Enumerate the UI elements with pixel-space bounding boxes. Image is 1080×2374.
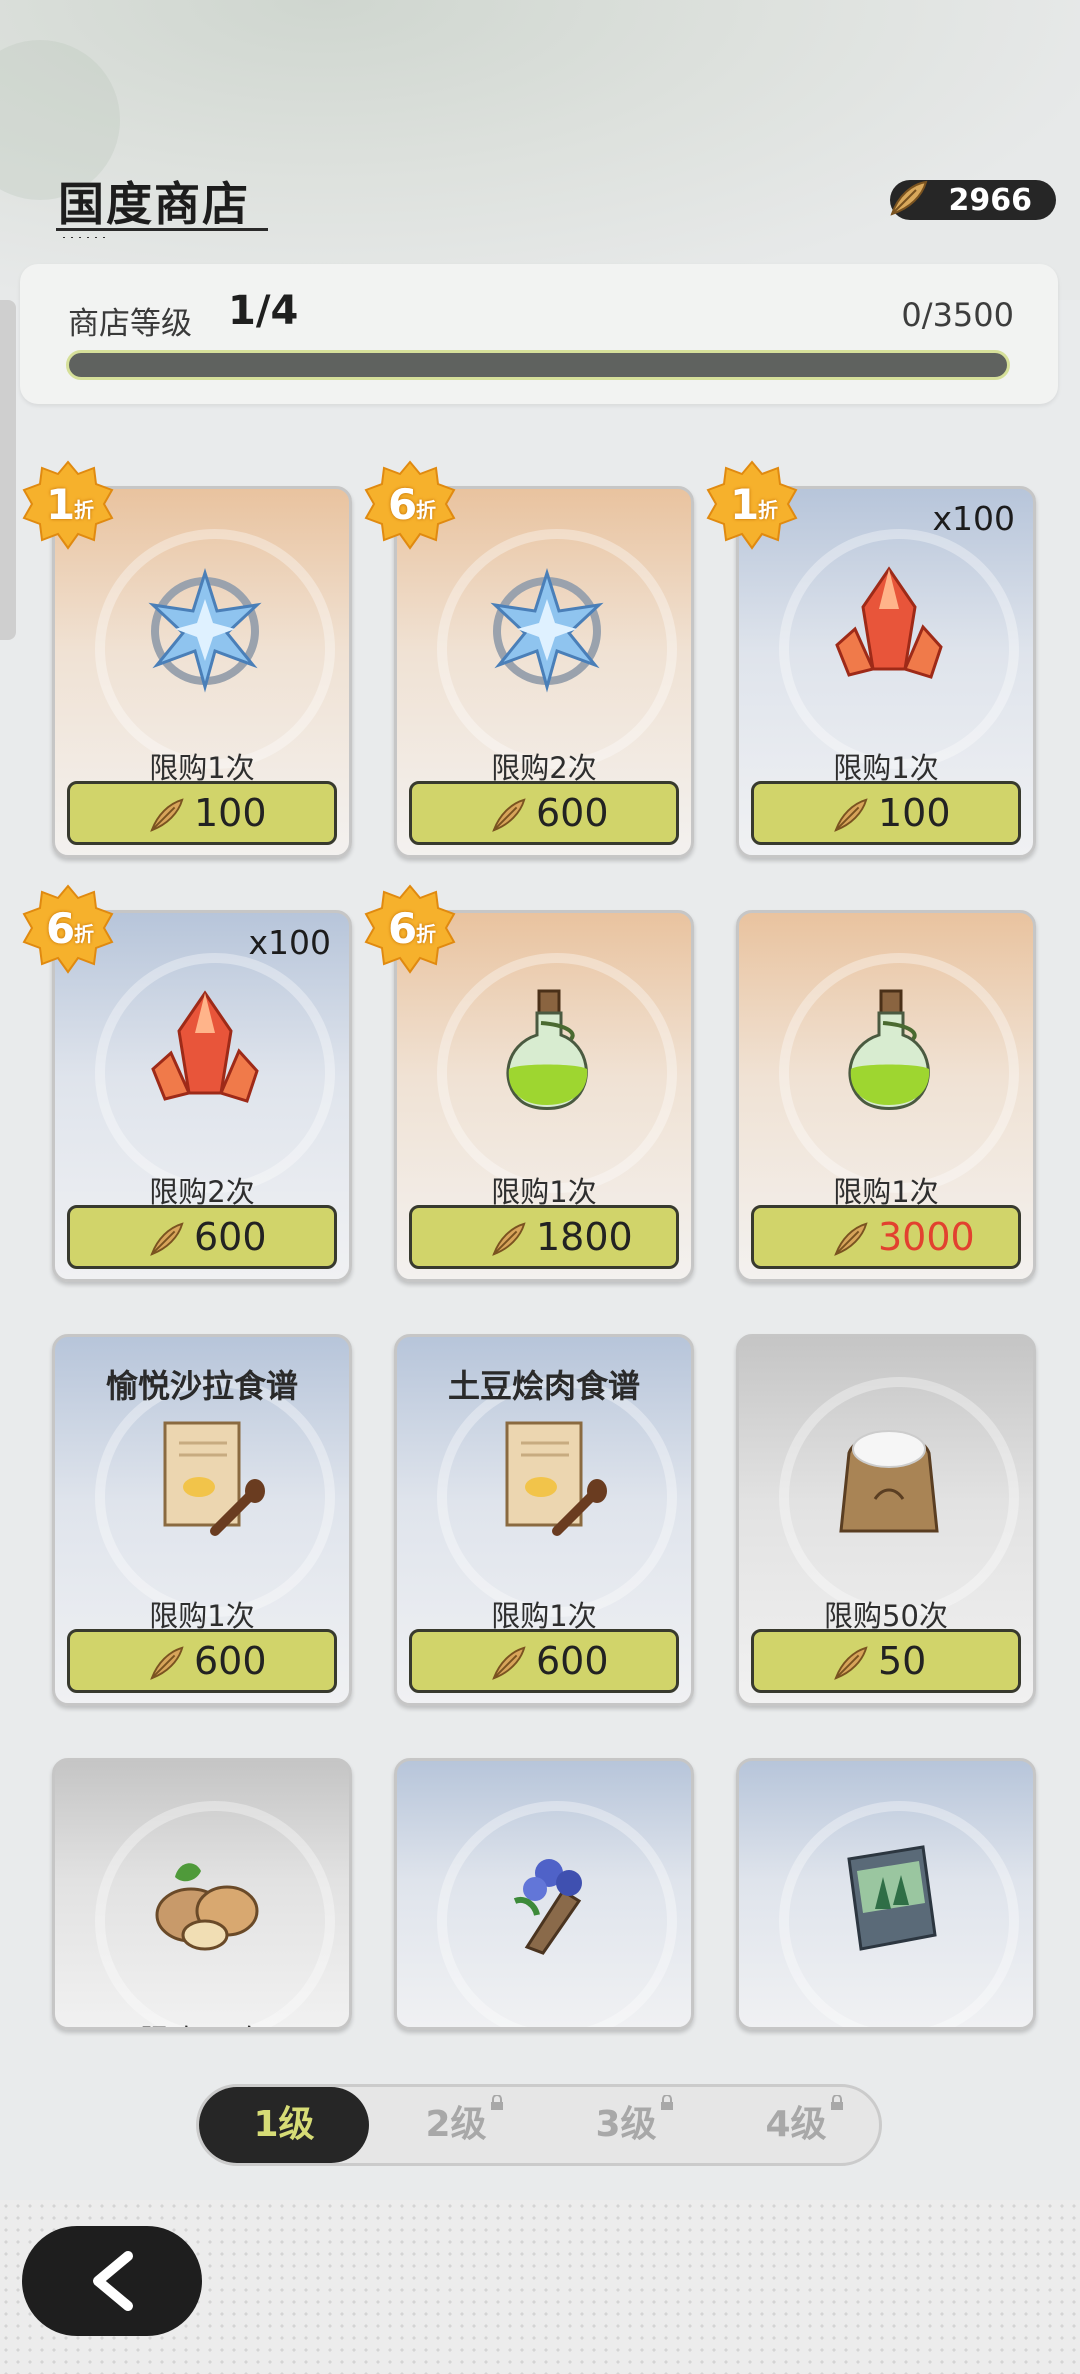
star-crystal-icon [135,559,275,699]
currency-display: 2966 [890,180,1056,220]
discount-value: 6 [388,904,418,953]
shop-item-card[interactable]: 愉悦沙拉食谱 限购1次 600 [52,1334,352,1706]
buy-button[interactable]: 600 [409,781,679,845]
shop-level-label: 商店等级 [68,306,192,342]
scroll-edge [0,300,16,640]
shop-level-progress-text: 0/3500 [901,296,1014,334]
recipe-scroll-icon [477,1407,617,1547]
book-icon [819,1831,959,1971]
discount-badge: 1折 [22,460,114,552]
buy-button[interactable]: 100 [67,781,337,845]
star-crystal-icon [477,559,617,699]
discount-badge: 6折 [22,884,114,976]
item-price: 3000 [878,1215,975,1259]
feather-icon [832,796,870,834]
potion-flask-icon [477,983,617,1123]
item-price: 600 [536,791,609,835]
background-top [0,0,1080,300]
feather-icon [490,1220,528,1258]
shop-item-card[interactable]: 限购50次 [52,1758,352,2030]
tab-level-2-label: 2级 [425,2104,487,2145]
discount-badge: 1折 [706,460,798,552]
lock-icon [491,2095,503,2110]
shop-item-card[interactable]: 限购1次 3000 [736,910,1036,1282]
feather-icon [148,1644,186,1682]
feather-icon [148,796,186,834]
discount-value: 1 [46,480,76,529]
buy-button[interactable]: 600 [409,1629,679,1693]
feather-icon [832,1644,870,1682]
shop-item-card[interactable] [736,1758,1036,2030]
recipe-scroll-icon [135,1407,275,1547]
tab-level-4[interactable]: 4级 [711,2087,881,2163]
item-name: 土豆烩肉食谱 [447,1367,640,1405]
tab-level-4-label: 4级 [765,2104,827,2145]
shop-level-panel: 商店等级 1/4 0/3500 [20,264,1058,404]
buy-button[interactable]: 100 [751,781,1021,845]
buy-button[interactable]: 600 [67,1629,337,1693]
discount-badge: 6折 [364,460,456,552]
potato-icon [135,1831,275,1971]
discount-value: 6 [46,904,76,953]
buy-button[interactable]: 3000 [751,1205,1021,1269]
item-price: 600 [194,1215,267,1259]
item-price: 600 [536,1639,609,1683]
tab-level-2[interactable]: 2级 [371,2087,541,2163]
item-price: 100 [878,791,951,835]
tab-level-1[interactable]: 1级 [199,2087,369,2163]
currency-amount: 2966 [948,183,1033,218]
discount-value: 1 [730,480,760,529]
flower-bouquet-icon [477,1831,617,1971]
buy-button[interactable]: 50 [751,1629,1021,1693]
item-price: 50 [878,1639,927,1683]
title-underline [56,228,268,231]
shop-level-value: 1/4 [228,288,299,334]
tab-level-3[interactable]: 3级 [541,2087,711,2163]
discount-unit: 折 [416,922,436,946]
lock-icon [831,2095,843,2110]
discount-unit: 折 [74,922,94,946]
buy-button[interactable]: 1800 [409,1205,679,1269]
shop-item-card[interactable]: 限购50次 50 [736,1334,1036,1706]
shop-level-progress-bar [66,350,1010,380]
item-name: 愉悦沙拉食谱 [105,1367,298,1405]
feather-icon [490,796,528,834]
purchase-limit: 限购50次 [55,2017,349,2027]
item-price: 1800 [536,1215,633,1259]
feather-icon [490,1644,528,1682]
discount-value: 6 [388,480,418,529]
feather-icon [148,1220,186,1258]
item-price: 100 [194,791,267,835]
discount-unit: 折 [416,498,436,522]
item-price: 600 [194,1639,267,1683]
red-crystal-icon [135,983,275,1123]
item-quantity: x100 [248,923,331,962]
red-crystal-icon [819,559,959,699]
feather-icon [890,180,928,216]
page-title: 国度商店 [58,177,250,231]
lock-icon [661,2095,673,2110]
title-dots [60,236,106,239]
shop-item-card[interactable] [394,1758,694,2030]
discount-unit: 折 [74,498,94,522]
flour-sack-icon [819,1407,959,1547]
back-button[interactable] [22,2226,202,2336]
buy-button[interactable]: 600 [67,1205,337,1269]
shop-item-card[interactable]: 土豆烩肉食谱 限购1次 600 [394,1334,694,1706]
potion-flask-icon [819,983,959,1123]
chevron-left-icon [93,2251,133,2311]
feather-icon [832,1220,870,1258]
discount-badge: 6折 [364,884,456,976]
discount-unit: 折 [758,498,778,522]
item-quantity: x100 [932,499,1015,538]
tab-level-3-label: 3级 [595,2104,657,2145]
level-tabs: 1级 2级 3级 4级 [196,2084,882,2166]
